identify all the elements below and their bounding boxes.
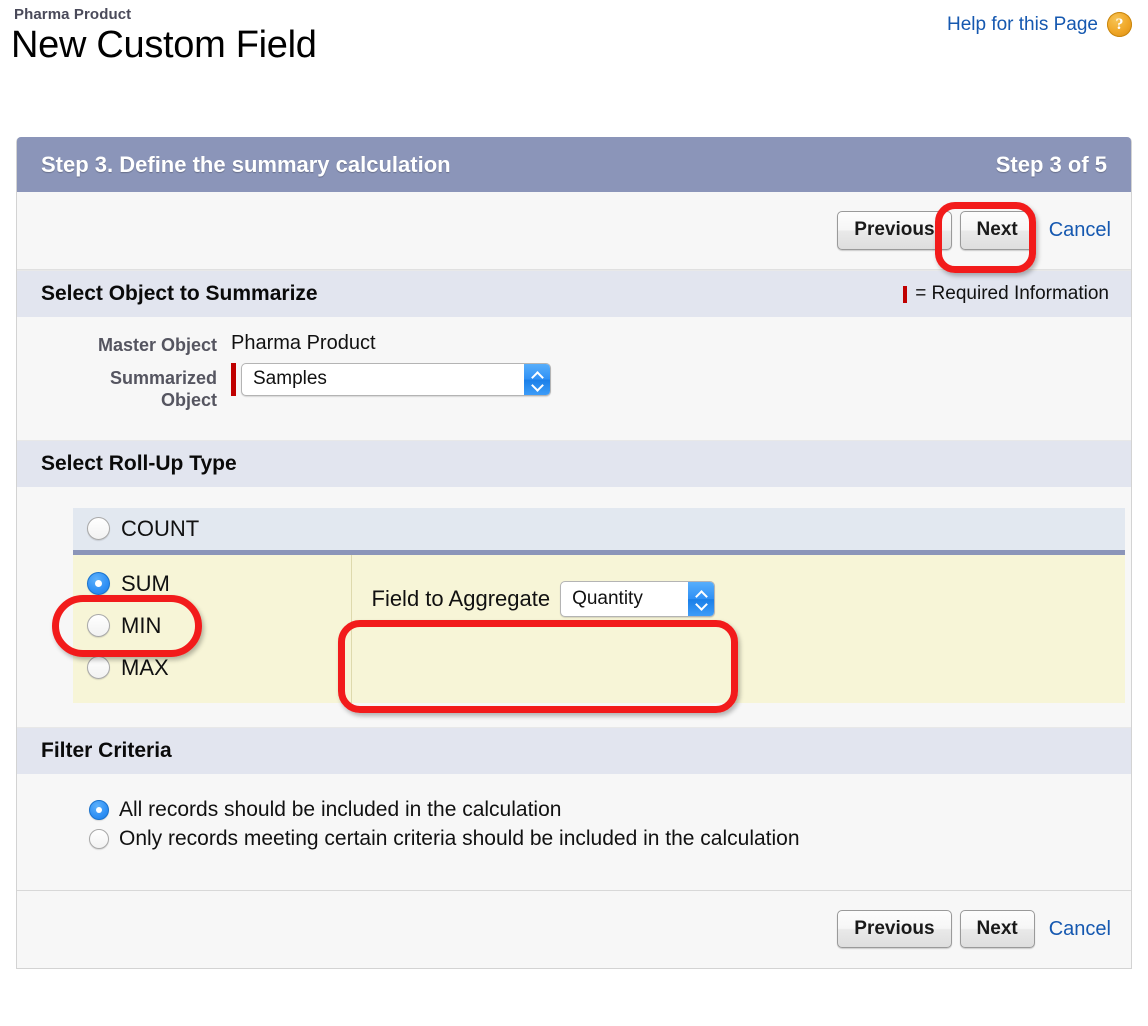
rollup-option-sum-label: SUM xyxy=(121,570,170,596)
master-object-value: Pharma Product xyxy=(231,332,376,354)
wizard-titlebar: Step 3. Define the summary calculation S… xyxy=(17,137,1131,192)
rollup-option-min[interactable]: MIN xyxy=(73,605,351,647)
cancel-link-bottom[interactable]: Cancel xyxy=(1049,918,1111,941)
help-for-this-page-link[interactable]: Help for this Page xyxy=(947,14,1098,36)
button-bar-top: Previous Next Cancel xyxy=(17,192,1131,270)
wizard-panel: Step 3. Define the summary calculation S… xyxy=(16,137,1132,969)
required-legend-label: = Required Information xyxy=(915,283,1109,304)
radio-count-icon[interactable] xyxy=(87,517,110,540)
filter-criteria-body: All records should be included in the ca… xyxy=(17,773,1131,890)
breadcrumb: Pharma Product xyxy=(14,6,132,23)
section-title-rollup-type: Select Roll-Up Type xyxy=(41,451,237,475)
summarized-object-select-value: Samples xyxy=(253,368,327,389)
field-to-aggregate-label: Field to Aggregate xyxy=(371,585,551,611)
section-header-select-object: Select Object to Summarize = Required In… xyxy=(17,270,1131,317)
master-object-row: Master Object Pharma Product xyxy=(17,331,1131,357)
next-button-bottom[interactable]: Next xyxy=(959,909,1035,949)
rollup-option-count[interactable]: COUNT xyxy=(73,508,1125,550)
button-bar-bottom: Previous Next Cancel xyxy=(17,889,1131,968)
field-to-aggregate-select[interactable]: Quantity xyxy=(560,580,716,617)
rollup-option-min-label: MIN xyxy=(121,612,162,638)
chevron-up-icon xyxy=(533,373,542,378)
rollup-row-count: COUNT xyxy=(73,507,1125,550)
rollup-radio-column: SUM MIN MAX xyxy=(73,554,351,703)
cancel-link-top[interactable]: Cancel xyxy=(1049,219,1111,242)
rollup-row-main: SUM MIN MAX Field to Aggregate Quantity xyxy=(73,554,1126,703)
select-object-body: Master Object Pharma Product Summarized O… xyxy=(17,317,1131,440)
rollup-option-max-label: MAX xyxy=(121,654,169,680)
filter-option-certain-criteria[interactable]: Only records meeting certain criteria sh… xyxy=(17,827,1131,851)
required-marker-icon xyxy=(903,285,908,303)
master-object-label: Master Object xyxy=(97,335,217,355)
chevron-down-icon xyxy=(533,381,542,386)
summarized-object-row: Summarized Object Samples xyxy=(17,362,1131,412)
chevron-up-icon-aggregate xyxy=(697,592,706,597)
radio-min-icon[interactable] xyxy=(87,614,110,637)
chevron-down-icon-aggregate xyxy=(697,600,706,605)
radio-sum-icon[interactable] xyxy=(87,572,110,595)
rollup-option-sum[interactable]: SUM xyxy=(73,563,351,605)
filter-option-all-records[interactable]: All records should be included in the ca… xyxy=(17,798,1131,822)
stepper-arrows-icon[interactable] xyxy=(524,363,550,395)
wizard-step-counter: Step 3 of 5 xyxy=(995,151,1107,177)
summarized-object-select[interactable]: Samples xyxy=(241,362,551,396)
stepper-arrows-icon-aggregate[interactable] xyxy=(688,581,715,616)
rollup-body: COUNT SUM MIN MAX Field to Aggregate Qua… xyxy=(17,486,1131,727)
rollup-option-max[interactable]: MAX xyxy=(73,647,351,689)
field-to-aggregate-row: Field to Aggregate Quantity xyxy=(371,580,1126,617)
summarized-object-control: Samples xyxy=(231,362,551,396)
rollup-option-count-label: COUNT xyxy=(121,515,200,541)
filter-option-certain-criteria-label: Only records meeting certain criteria sh… xyxy=(119,826,800,850)
section-header-rollup-type: Select Roll-Up Type xyxy=(17,439,1131,487)
page-header: Pharma Product New Custom Field Help for… xyxy=(0,0,1148,120)
rollup-aggregate-column: Field to Aggregate Quantity xyxy=(350,554,1126,703)
rollup-type-table: COUNT SUM MIN MAX Field to Aggregate Qua… xyxy=(73,507,1126,703)
field-to-aggregate-select-value: Quantity xyxy=(572,587,643,609)
section-title-select-object: Select Object to Summarize xyxy=(41,282,318,305)
filter-option-all-records-label: All records should be included in the ca… xyxy=(119,797,562,821)
required-marker-icon-summarized xyxy=(231,362,236,396)
previous-button-bottom[interactable]: Previous xyxy=(837,909,952,949)
radio-max-icon[interactable] xyxy=(87,656,110,679)
required-legend: = Required Information xyxy=(903,283,1109,305)
summarized-object-label: Summarized Object xyxy=(109,367,217,411)
wizard-step-title: Step 3. Define the summary calculation xyxy=(41,151,451,177)
previous-button-top[interactable]: Previous xyxy=(837,211,952,250)
help-icon[interactable]: ? xyxy=(1107,12,1132,37)
radio-certain-criteria-icon[interactable] xyxy=(89,828,109,849)
radio-all-records-icon[interactable] xyxy=(89,799,109,820)
help-area: Help for this Page ? xyxy=(947,12,1132,37)
section-title-filter-criteria: Filter Criteria xyxy=(41,738,172,762)
page-title: New Custom Field xyxy=(11,24,317,66)
section-header-filter-criteria: Filter Criteria xyxy=(17,726,1131,774)
rollup-count-cell: COUNT xyxy=(73,507,1125,550)
next-button-top[interactable]: Next xyxy=(959,211,1035,250)
